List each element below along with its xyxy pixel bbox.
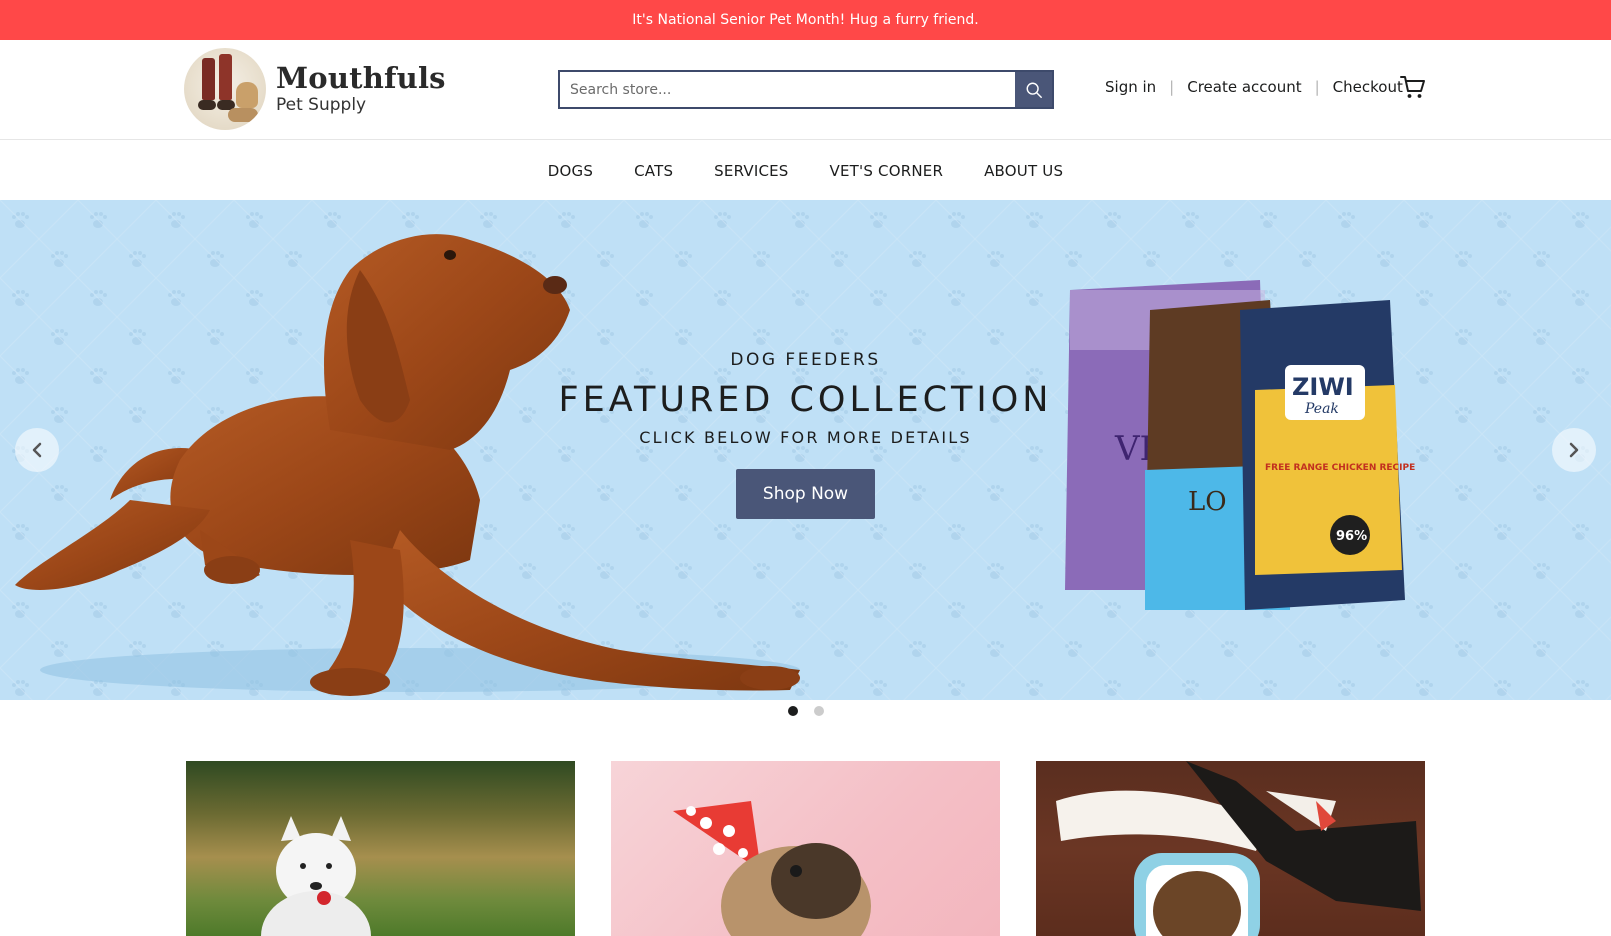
chevron-left-icon <box>32 442 42 458</box>
party-pug-image <box>673 801 871 936</box>
slide-dot-1[interactable] <box>787 706 798 716</box>
hero-title: FEATURED COLLECTION <box>558 380 1053 420</box>
search-button[interactable] <box>1015 72 1052 107</box>
hero-text: DOG FEEDERS FEATURED COLLECTION CLICK BE… <box>0 350 1611 519</box>
collection-tile-dog-food-bowl[interactable] <box>1036 761 1425 936</box>
chevron-right-icon <box>1569 442 1579 458</box>
collection-tile-white-dog[interactable] <box>186 761 575 936</box>
shop-now-button[interactable]: Shop Now <box>736 469 875 519</box>
site-header: Mouthfuls Pet Supply Sign in | Create ac… <box>0 40 1611 140</box>
nav-item-dogs[interactable]: DOGS <box>548 162 593 180</box>
divider: | <box>1314 78 1320 96</box>
cart-button[interactable] <box>1400 74 1426 104</box>
slide-dots <box>0 706 1611 716</box>
hero-subtitle: DOG FEEDERS <box>730 350 881 370</box>
announcement-text: It's National Senior Pet Month! Hug a fu… <box>632 12 979 28</box>
cart-icon <box>1400 76 1425 98</box>
hero-slideshow: VE LO ZIWI Peak FREE RANGE CHICKEN RECIP… <box>0 200 1611 700</box>
account-links: Sign in | Create account | Checkout <box>1105 78 1403 96</box>
sign-in-link[interactable]: Sign in <box>1105 78 1156 96</box>
nav-item-vets-corner[interactable]: VET'S CORNER <box>830 162 944 180</box>
nav-item-services[interactable]: SERVICES <box>714 162 788 180</box>
collection-tile-party-pug[interactable] <box>611 761 1000 936</box>
divider: | <box>1169 78 1175 96</box>
next-slide-button[interactable] <box>1552 428 1596 472</box>
prev-slide-button[interactable] <box>15 428 59 472</box>
white-dog-image <box>261 816 371 936</box>
nav-item-about-us[interactable]: ABOUT US <box>984 162 1063 180</box>
dog-food-bowl-image <box>1056 761 1421 936</box>
logo-mark <box>184 48 266 130</box>
search-icon <box>1026 82 1042 98</box>
main-nav: DOGS CATS SERVICES VET'S CORNER ABOUT US <box>0 141 1611 200</box>
logo-subtitle: Pet Supply <box>276 95 367 115</box>
hero-cta-text: CLICK BELOW FOR MORE DETAILS <box>639 428 972 447</box>
logo[interactable]: Mouthfuls Pet Supply <box>184 48 446 130</box>
search-bar <box>558 70 1054 109</box>
checkout-link[interactable]: Checkout <box>1333 78 1403 96</box>
slide-dot-2[interactable] <box>813 706 824 716</box>
bag3-badge: 96% <box>1336 529 1367 544</box>
nav-item-cats[interactable]: CATS <box>634 162 673 180</box>
search-input[interactable] <box>560 72 1015 107</box>
logo-title: Mouthfuls <box>276 61 446 95</box>
create-account-link[interactable]: Create account <box>1187 78 1301 96</box>
announcement-bar: It's National Senior Pet Month! Hug a fu… <box>0 0 1611 40</box>
